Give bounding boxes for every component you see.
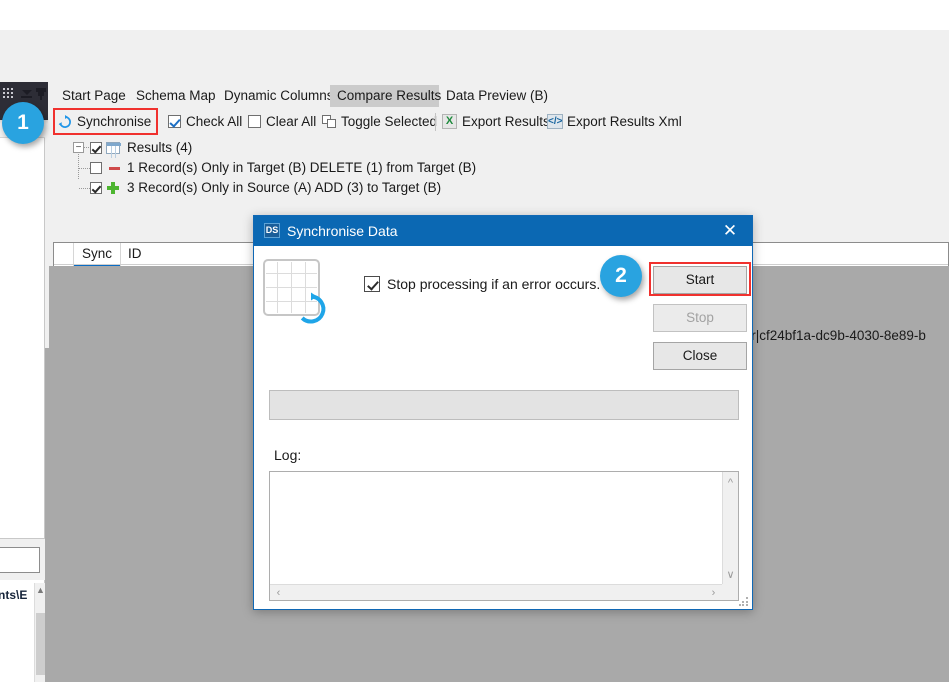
results-tree: − Results (4) 1 Record(s) Only in Target… xyxy=(49,138,949,200)
dialog-title: Synchronise Data xyxy=(287,223,398,239)
synchronise-label: Synchronise xyxy=(77,114,152,129)
refresh-circular-icon xyxy=(58,115,71,128)
log-textarea[interactable]: ^ ∨ ‹ › xyxy=(269,471,739,601)
toggle-selected-icon xyxy=(322,115,336,128)
results-toolbar: Synchronise Check All Clear All Toggle S… xyxy=(49,108,949,135)
chevron-down-icon-bar xyxy=(21,96,32,98)
chevron-up-icon[interactable]: ^ xyxy=(725,476,736,490)
step-badge-1: 1 xyxy=(2,102,44,144)
dialog-title-bar[interactable]: DS Synchronise Data ✕ xyxy=(254,216,752,246)
check-all-button[interactable]: Check All xyxy=(166,110,242,134)
toolbar-separator xyxy=(435,113,436,131)
chevron-left-icon[interactable]: ‹ xyxy=(273,586,284,600)
log-label: Log: xyxy=(274,447,302,463)
xml-export-icon: </> xyxy=(547,114,563,129)
toggle-selected-button[interactable]: Toggle Selected xyxy=(321,110,437,134)
ds-app-icon-text: DS xyxy=(265,225,279,235)
scrollbar-corner xyxy=(722,584,738,600)
close-icon[interactable]: ✕ xyxy=(708,216,752,246)
export-results-button[interactable]: X Export Results xyxy=(442,110,550,134)
spinner-refresh-icon xyxy=(300,292,326,324)
stop-on-error-label: Stop processing if an error occurs. xyxy=(387,276,601,292)
stop-on-error-checkbox[interactable] xyxy=(364,276,380,292)
tree-node-label: 1 Record(s) Only in Target (B) DELETE (1… xyxy=(127,160,477,175)
left-side-textbox[interactable] xyxy=(0,547,40,573)
resize-grip-icon[interactable] xyxy=(739,597,748,606)
background-top-white xyxy=(0,0,949,30)
background-top-gray xyxy=(0,30,949,82)
pin-icon[interactable] xyxy=(36,88,46,100)
grid-header-selector xyxy=(54,243,74,264)
close-button[interactable]: Close xyxy=(653,342,747,370)
tree-node-label: Results (4) xyxy=(127,140,193,155)
tab-data-preview[interactable]: Data Preview (B) xyxy=(439,85,551,107)
stop-button: Stop xyxy=(653,304,747,332)
tree-checkbox[interactable] xyxy=(90,142,102,154)
checkbox-checked-icon xyxy=(168,115,181,128)
progress-bar xyxy=(269,390,739,420)
left-bottom-path-label: nts\E xyxy=(0,588,28,602)
tabstrip: Start Page Schema Map Dynamic Columns Co… xyxy=(49,85,949,107)
log-horizontal-scrollbar[interactable]: ‹ › xyxy=(270,584,722,600)
ds-app-icon: DS xyxy=(264,223,280,238)
chevron-up-icon[interactable]: ▲ xyxy=(36,584,45,597)
grid-overflow-text: tor|cf24bf1a-dc9b-4030-8e89-b xyxy=(740,328,926,343)
minus-delete-icon xyxy=(109,167,120,170)
dock-icon-bar[interactable] xyxy=(0,86,48,102)
grid-header-sync[interactable]: Sync xyxy=(74,243,121,264)
step-badge-2: 2 xyxy=(600,255,642,297)
synchronise-data-dialog: DS Synchronise Data ✕ Stop processing if… xyxy=(253,215,753,610)
chevron-down-icon[interactable]: ∨ xyxy=(725,568,736,582)
grip-dots-icon xyxy=(3,88,17,99)
tab-start-page[interactable]: Start Page xyxy=(55,85,129,107)
tab-compare-results[interactable]: Compare Results xyxy=(330,85,441,107)
tree-checkbox[interactable] xyxy=(90,162,102,174)
checkbox-empty-icon xyxy=(248,115,261,128)
excel-export-icon: X xyxy=(442,114,457,129)
results-grid-icon xyxy=(106,142,121,155)
export-results-label: Export Results xyxy=(462,114,550,129)
tab-dynamic-columns[interactable]: Dynamic Columns xyxy=(217,85,334,107)
screen-root: nts\E ▲ Start Page Schema Map Dynamic Co… xyxy=(0,0,949,682)
left-bottom-scrollbar[interactable]: ▲ xyxy=(34,583,45,682)
start-button[interactable]: Start xyxy=(653,266,747,294)
toggle-selected-label: Toggle Selected xyxy=(341,114,438,129)
check-all-label: Check All xyxy=(186,114,243,129)
export-results-xml-label: Export Results Xml xyxy=(567,114,682,129)
chevron-down-icon[interactable] xyxy=(22,90,32,95)
log-vertical-scrollbar[interactable]: ^ ∨ xyxy=(722,472,738,584)
tab-schema-map[interactable]: Schema Map xyxy=(129,85,217,107)
clear-all-button[interactable]: Clear All xyxy=(246,110,316,134)
modal-dimmed-area-left xyxy=(45,348,50,682)
clear-all-label: Clear All xyxy=(266,114,317,129)
left-side-panel xyxy=(0,124,45,539)
scrollbar-thumb[interactable] xyxy=(36,613,45,675)
synchronise-button[interactable]: Synchronise xyxy=(57,110,151,134)
grid-sync-spinner-icon xyxy=(263,259,329,329)
chevron-right-icon[interactable]: › xyxy=(708,586,719,600)
tree-checkbox[interactable] xyxy=(90,182,102,194)
export-results-xml-button[interactable]: </> Export Results Xml xyxy=(547,110,682,134)
tree-node-label: 3 Record(s) Only in Source (A) ADD (3) t… xyxy=(127,180,442,195)
